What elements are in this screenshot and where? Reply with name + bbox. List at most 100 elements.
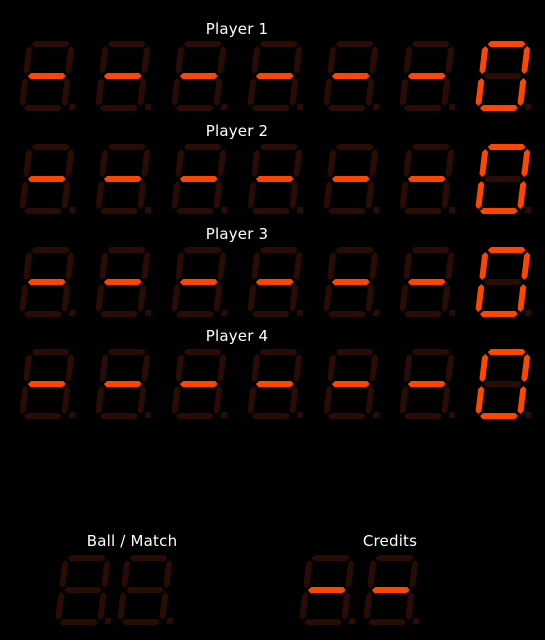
player-1-digit-4-seg-a <box>259 41 298 47</box>
player-1-digit-5 <box>323 41 380 111</box>
player-2-digit-5-decimal-point <box>372 207 380 213</box>
player-4-digit-3-seg-g <box>179 381 218 387</box>
player-4-digit-7-seg-b <box>521 354 531 382</box>
player-4-digit-7-seg-g <box>483 381 522 387</box>
credits-digit-2-decimal-point <box>412 618 420 624</box>
player-2-digit-2-seg-d <box>99 208 138 214</box>
player-4-digit-4-seg-f <box>251 354 261 382</box>
player-3-digit-5-decimal-point <box>372 310 380 316</box>
player-2-digit-4-seg-d <box>251 208 290 214</box>
player-4-digit-5-seg-d <box>327 413 366 419</box>
player-4-digit-5-seg-a <box>335 349 374 355</box>
player-1-digit-7-seg-b <box>521 46 531 74</box>
ball-match-digit-1-seg-a <box>67 555 106 561</box>
player-2-digit-7-seg-c <box>517 181 527 209</box>
player-4-digit-3-seg-a <box>183 349 222 355</box>
player-1-digit-2-seg-c <box>137 78 147 106</box>
player-4-digit-2-seg-b <box>141 354 151 382</box>
player-4-digit-1-seg-a <box>31 349 70 355</box>
player-4-digit-4-seg-a <box>259 349 298 355</box>
player-2-digit-3-seg-a <box>183 144 222 150</box>
player-2-digit-4 <box>247 144 304 214</box>
player-4-digit-6-seg-b <box>445 354 455 382</box>
player-4-digit-3-seg-d <box>175 413 214 419</box>
player-4-digit-2 <box>95 349 152 419</box>
player-1-digit-3-seg-b <box>217 46 227 74</box>
player-4-digit-3-seg-b <box>217 354 227 382</box>
player-3-digit-7-seg-a <box>487 247 526 253</box>
player-4-digit-7-seg-f <box>479 354 489 382</box>
player-4-digit-2-seg-c <box>137 386 147 414</box>
player-1-digit-3-seg-e <box>171 78 181 106</box>
player-2-digit-1-seg-d <box>23 208 62 214</box>
player-1-digit-7-seg-f <box>479 46 489 74</box>
player-2-digit-4-seg-a <box>259 144 298 150</box>
player-4-digit-1-seg-g <box>27 381 66 387</box>
player-1-digit-2-seg-a <box>107 41 146 47</box>
player-1-digit-4-seg-d <box>251 105 290 111</box>
player-1-digit-7 <box>475 41 532 111</box>
player-3-digit-5 <box>323 247 380 317</box>
player-4-digit-7 <box>475 349 532 419</box>
player-4-digit-3-decimal-point <box>220 412 228 418</box>
player-2-digit-6-seg-g <box>407 176 446 182</box>
ball-match-digit-2-seg-g <box>125 587 164 593</box>
player-4-digit-2-seg-f <box>99 354 109 382</box>
player-1-digit-6-decimal-point <box>448 104 456 110</box>
player-3-digit-6-seg-f <box>403 252 413 280</box>
ball-match-digit-1-seg-f <box>59 560 69 588</box>
player-2-digit-5-seg-d <box>327 208 366 214</box>
ball-match-digit-2-seg-f <box>121 560 131 588</box>
player-2-digit-3-seg-b <box>217 149 227 177</box>
player-3-digit-4 <box>247 247 304 317</box>
player-2-digit-2-seg-c <box>137 181 147 209</box>
credits-digit-2-seg-b <box>409 560 419 588</box>
player-4-digit-6-seg-a <box>411 349 450 355</box>
player-4-digit-7-seg-e <box>475 386 485 414</box>
player-3-digit-1-seg-a <box>31 247 70 253</box>
player-3-digit-3-seg-d <box>175 311 214 317</box>
credits-digit-1-seg-f <box>303 560 313 588</box>
player-1-digit-4-seg-c <box>289 78 299 106</box>
player-1-digit-7-seg-a <box>487 41 526 47</box>
credits-digit-2-seg-g <box>371 587 410 593</box>
player-1-digit-6 <box>399 41 456 111</box>
player-3-digit-5-seg-d <box>327 311 366 317</box>
player-4-digit-5-seg-f <box>327 354 337 382</box>
player-2-digit-1-seg-b <box>65 149 75 177</box>
player-4-digit-3-seg-c <box>213 386 223 414</box>
player-1-digit-2-seg-f <box>99 46 109 74</box>
player-4-digit-1-seg-d <box>23 413 62 419</box>
player-4-digit-1 <box>19 349 76 419</box>
player-2-digit-2-seg-e <box>95 181 105 209</box>
player-2-digit-2-seg-a <box>107 144 146 150</box>
player-3-digit-7-seg-g <box>483 279 522 285</box>
player-1-digit-6-seg-b <box>445 46 455 74</box>
player-3-digit-4-seg-g <box>255 279 294 285</box>
player-3-digit-1-seg-d <box>23 311 62 317</box>
ball-match-digit-2-seg-d <box>121 619 160 625</box>
player-2-digit-5-seg-b <box>369 149 379 177</box>
player-1-digit-5-seg-a <box>335 41 374 47</box>
player-1-digit-1-seg-d <box>23 105 62 111</box>
player-3-digit-5-seg-f <box>327 252 337 280</box>
player-1-digit-3-seg-a <box>183 41 222 47</box>
player-3-digit-6-seg-d <box>403 311 442 317</box>
player-2-digit-2-seg-b <box>141 149 151 177</box>
player-2-digit-5-seg-e <box>323 181 333 209</box>
player-1-digit-1-seg-a <box>31 41 70 47</box>
player-4-digit-6 <box>399 349 456 419</box>
player-2-digit-1-decimal-point <box>68 207 76 213</box>
player-2-digit-4-seg-e <box>247 181 257 209</box>
player-3-digit-6-seg-a <box>411 247 450 253</box>
player-2-digit-1-seg-e <box>19 181 29 209</box>
player-3-digit-3-seg-b <box>217 252 227 280</box>
player-3-digit-2-seg-a <box>107 247 146 253</box>
player-1-digit-1-seg-b <box>65 46 75 74</box>
player-2-digit-4-seg-b <box>293 149 303 177</box>
player-3-digit-5-seg-a <box>335 247 374 253</box>
player-4-digit-7-decimal-point <box>524 412 532 418</box>
player-1-digit-2-seg-e <box>95 78 105 106</box>
player-1-digit-7-seg-c <box>517 78 527 106</box>
player-2-digit-7-decimal-point <box>524 207 532 213</box>
